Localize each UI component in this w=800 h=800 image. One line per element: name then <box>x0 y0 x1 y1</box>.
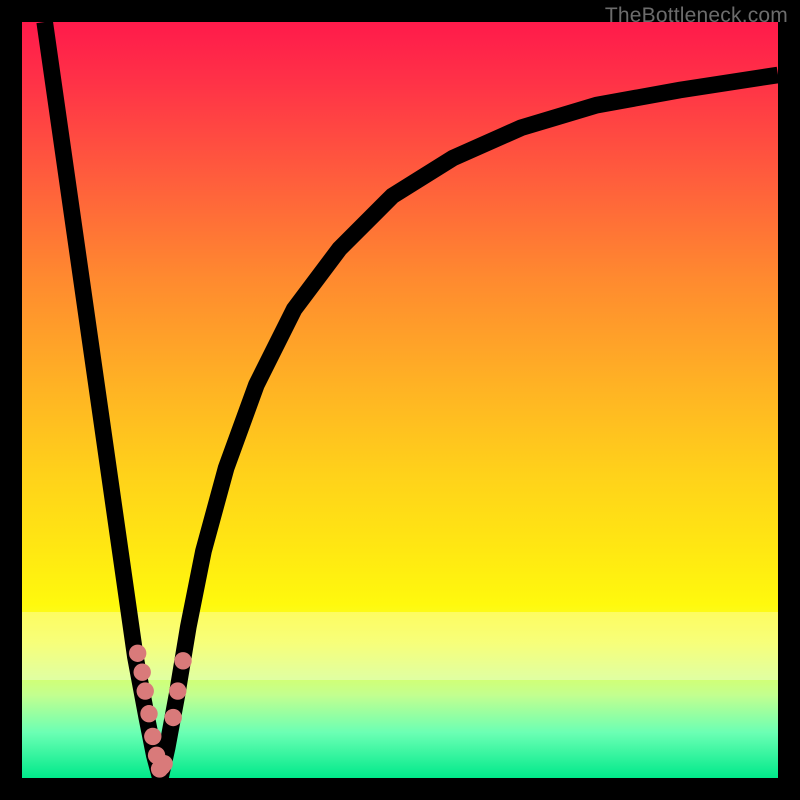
data-marker <box>129 645 146 662</box>
plot-area <box>22 22 778 778</box>
curve-right-branch <box>160 75 778 778</box>
data-marker <box>174 652 191 669</box>
data-marker <box>155 755 172 772</box>
data-marker <box>165 709 182 726</box>
data-marker <box>144 728 161 745</box>
data-marker <box>137 682 154 699</box>
data-marker <box>140 705 157 722</box>
curve-layer <box>22 22 778 778</box>
data-marker <box>169 682 186 699</box>
watermark-text: TheBottleneck.com <box>605 4 788 28</box>
chart-frame: TheBottleneck.com <box>0 0 800 800</box>
data-marker <box>134 663 151 680</box>
